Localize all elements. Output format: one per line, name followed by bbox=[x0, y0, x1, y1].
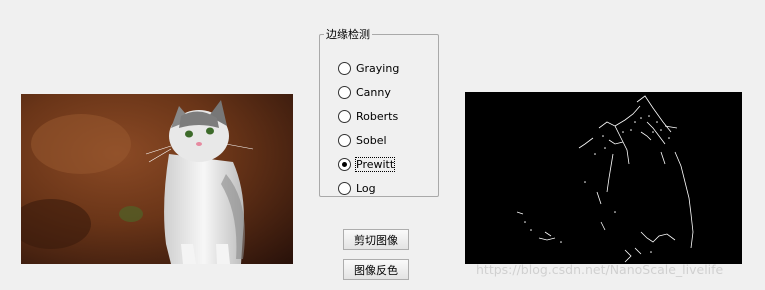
radio-roberts[interactable]: Roberts bbox=[338, 107, 398, 125]
radio-canny[interactable]: Canny bbox=[338, 83, 391, 101]
radio-unchecked-icon[interactable] bbox=[338, 109, 351, 123]
radio-label: Sobel bbox=[356, 133, 387, 147]
crop-image-button[interactable]: 剪切图像 bbox=[343, 229, 409, 250]
radio-unchecked-icon[interactable] bbox=[338, 61, 351, 75]
radio-unchecked-icon[interactable] bbox=[338, 181, 351, 195]
watermark-text: https://blog.csdn.net/NanoScale_livelife bbox=[476, 262, 724, 277]
edge-detection-groupbox: 边缘检测 Graying Canny Roberts Sobel Prewitt… bbox=[319, 28, 439, 197]
radio-label: Roberts bbox=[356, 109, 399, 123]
radio-unchecked-icon[interactable] bbox=[338, 133, 351, 147]
radio-label: Canny bbox=[356, 85, 391, 99]
edge-result-image bbox=[465, 92, 742, 264]
cat-photo-icon bbox=[21, 94, 293, 264]
radio-checked-icon[interactable] bbox=[338, 157, 351, 171]
radio-label: Graying bbox=[356, 61, 400, 75]
radio-label: Log bbox=[356, 181, 376, 195]
groupbox-title: 边缘检测 bbox=[326, 28, 370, 41]
radio-label: Prewitt bbox=[354, 156, 396, 172]
edge-map-icon bbox=[516, 95, 694, 263]
invert-image-button[interactable]: 图像反色 bbox=[343, 259, 409, 280]
original-image bbox=[21, 94, 293, 264]
radio-sobel[interactable]: Sobel bbox=[338, 131, 387, 149]
radio-graying[interactable]: Graying bbox=[338, 59, 399, 77]
radio-prewitt[interactable]: Prewitt bbox=[338, 155, 396, 173]
radio-unchecked-icon[interactable] bbox=[338, 85, 351, 99]
radio-log[interactable]: Log bbox=[338, 179, 376, 197]
